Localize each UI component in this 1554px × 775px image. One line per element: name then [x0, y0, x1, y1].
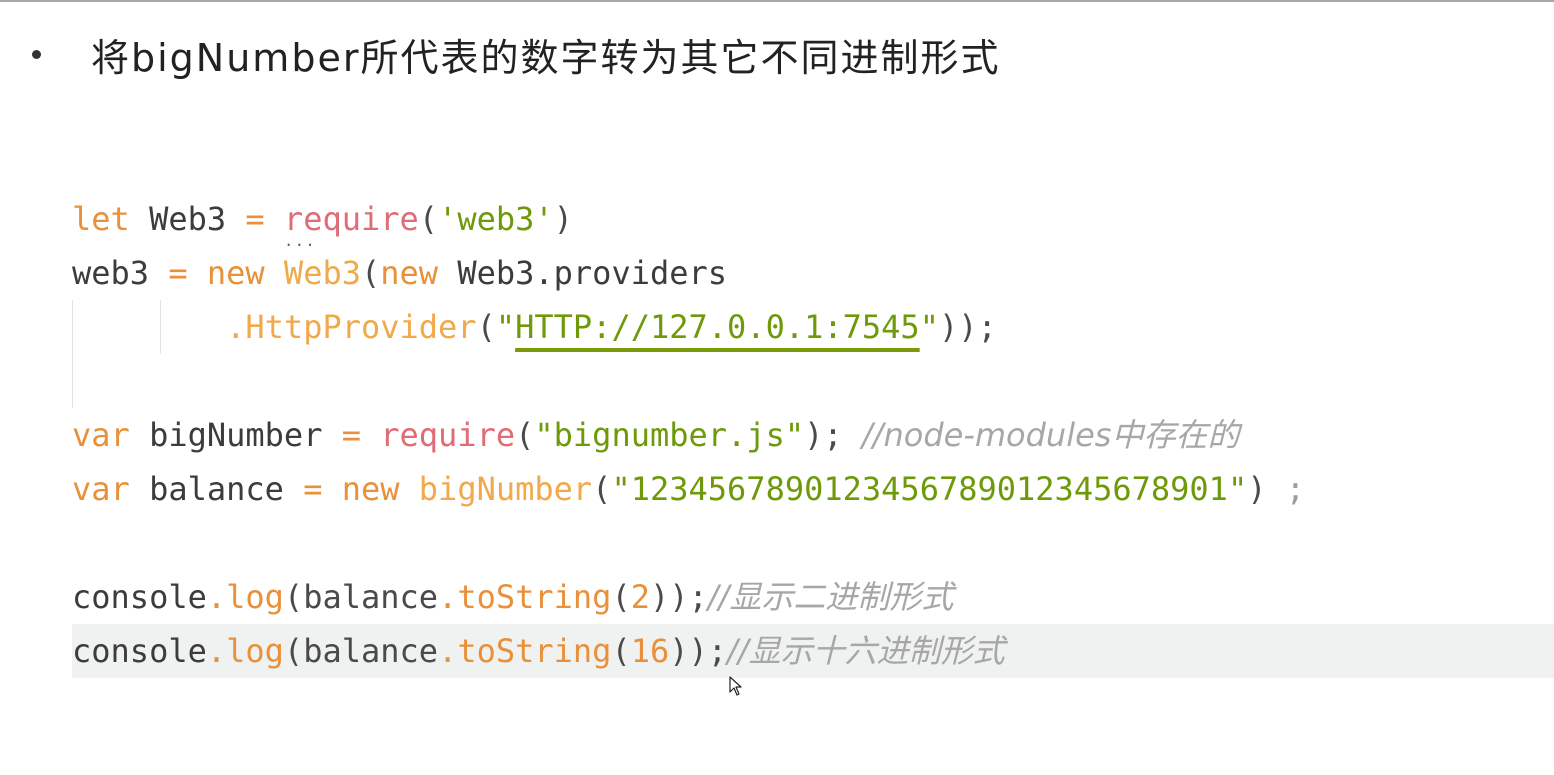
code-line-1[interactable]: let Web3 = require('web3') [72, 192, 1544, 246]
method-name: .HttpProvider [226, 308, 477, 346]
mouse-pointer-icon [729, 676, 742, 696]
code-comment: //node-modules中存在的 [861, 416, 1240, 454]
number-literal: 2 [630, 578, 650, 616]
code-block: let Web3 = require('web3') web3 = new We… [72, 192, 1554, 678]
string-literal: 'web3' [438, 200, 554, 238]
top-divider [0, 0, 1554, 2]
code-line-blank[interactable] [72, 354, 1544, 408]
operator: = [341, 416, 361, 454]
identifier: web3 [72, 254, 169, 292]
keyword: let [72, 200, 130, 238]
code-line-2[interactable]: web3 = new Web3(new Web3.providers [72, 246, 1544, 300]
heading-text: 将bigNumber所代表的数字转为其它不同进制形式 [91, 35, 1001, 80]
function-name: r [284, 200, 303, 238]
method-name: log [226, 632, 284, 670]
code-comment: //显示十六进制形式 [727, 632, 1005, 670]
code-line-blank[interactable] [72, 516, 1544, 570]
number-literal: 16 [630, 632, 670, 670]
code-comment: //显示二进制形式 [707, 578, 954, 616]
operator: = [245, 200, 265, 238]
operator: = [303, 470, 323, 508]
string-literal: "1234567890123456789012345678901" [611, 470, 1248, 508]
string-literal: "bignumber.js" [534, 416, 805, 454]
identifier: console [72, 578, 207, 616]
keyword: var [72, 416, 130, 454]
identifier: console [72, 632, 207, 670]
method-name: toString [457, 632, 612, 670]
method-name: log [226, 578, 284, 616]
url-literal[interactable]: HTTP://127.0.0.1:7545 [515, 308, 920, 346]
identifier: balance [129, 470, 304, 508]
code-line-6[interactable]: var balance = new bigNumber("12345678901… [72, 462, 1544, 516]
code-line-3[interactable]: .HttpProvider("HTTP://127.0.0.1:7545")); [72, 300, 1544, 354]
keyword: var [72, 470, 130, 508]
code-line-5[interactable]: var bigNumber = require("bignumber.js");… [72, 408, 1544, 462]
keyword: new [380, 254, 439, 292]
function-name: require [380, 416, 516, 454]
code-line-8[interactable]: console.log(balance.toString(2));//显示二进制… [72, 570, 1544, 624]
bullet-icon [32, 49, 41, 59]
keyword: new [206, 254, 265, 292]
identifier: Web3 [129, 200, 246, 238]
class-name: bigNumber [418, 470, 593, 508]
identifier: Web3.providers [438, 254, 728, 292]
keyword: new [341, 470, 400, 508]
code-line-9-current[interactable]: console.log(balance.toString(16));//显示十六… [72, 624, 1554, 678]
function-name: equire [303, 200, 419, 238]
slide-heading: 将bigNumber所代表的数字转为其它不同进制形式 [24, 26, 1000, 82]
identifier: bigNumber [129, 416, 342, 454]
method-name: toString [457, 578, 612, 616]
class-name: Web3 [283, 254, 361, 292]
operator: = [168, 254, 188, 292]
